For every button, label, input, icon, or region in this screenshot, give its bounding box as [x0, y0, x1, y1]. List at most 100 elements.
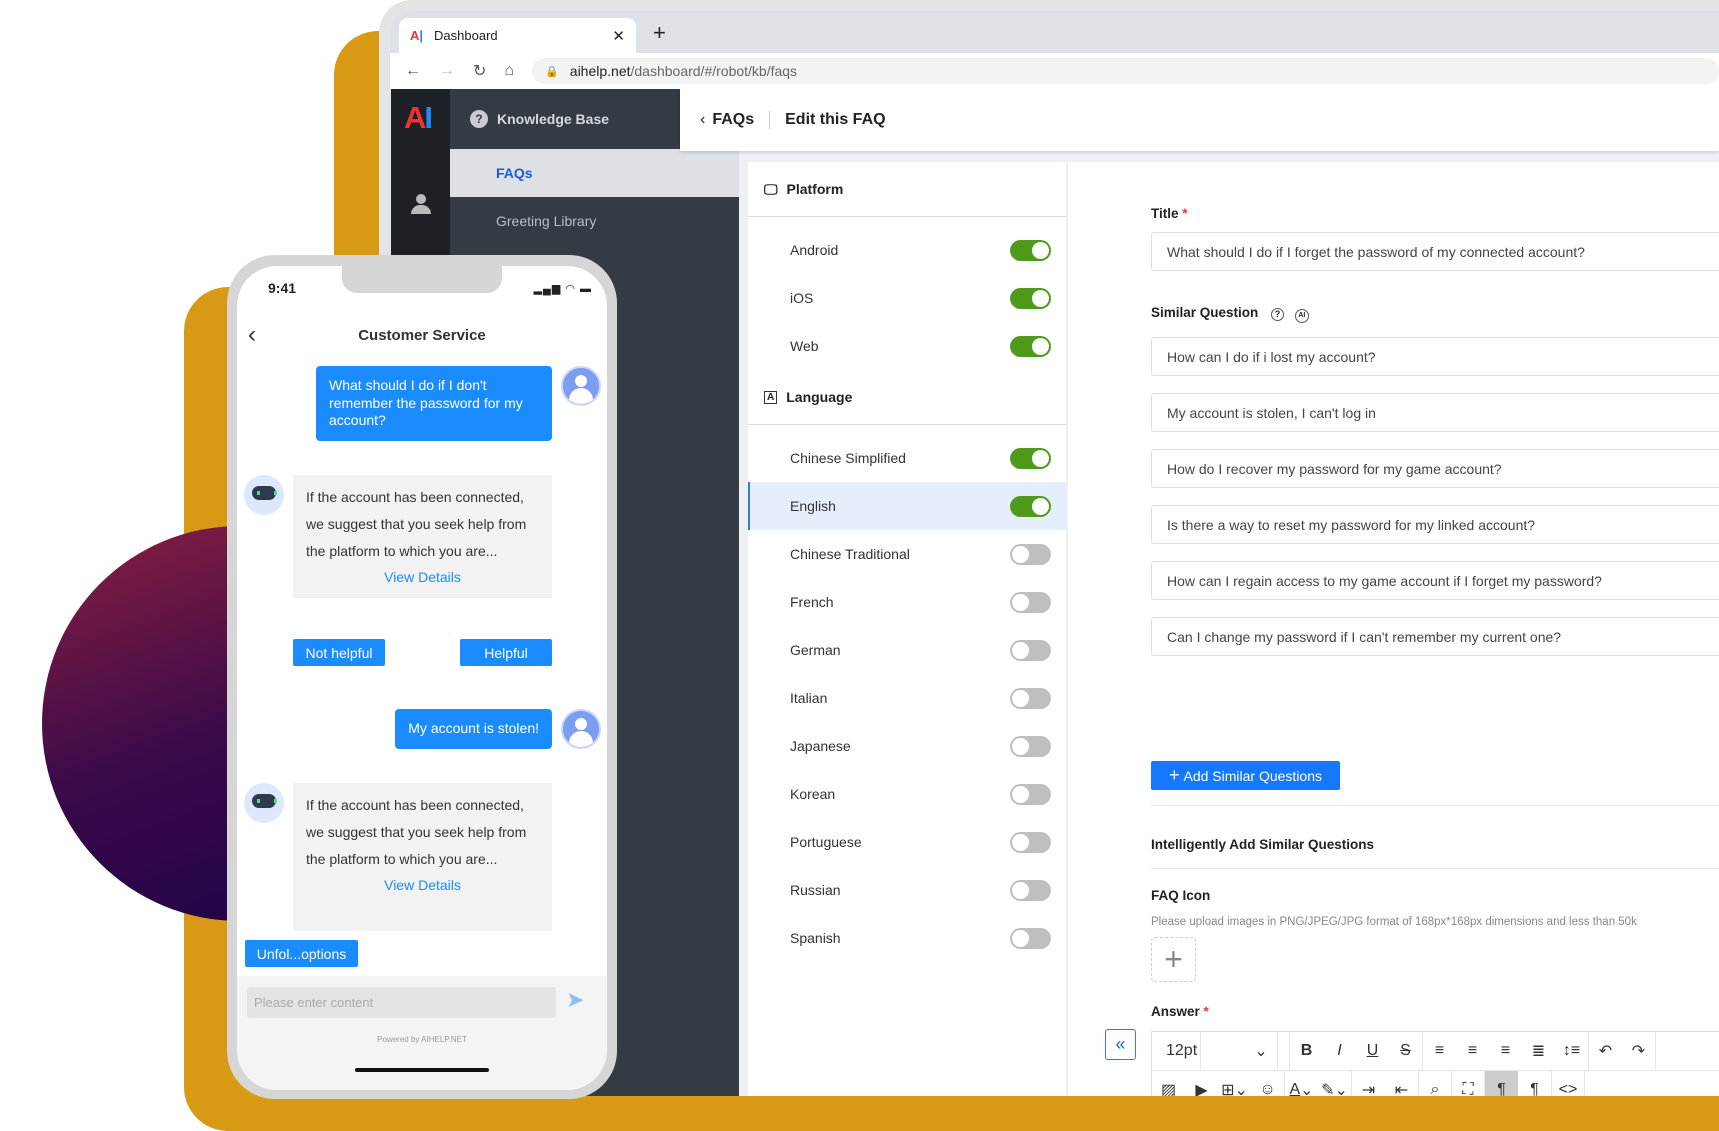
url-input[interactable]: 🔒 aihelp.net/dashboard/#/robot/kb/faqs	[532, 58, 1719, 84]
send-icon[interactable]: ➤	[566, 987, 584, 1013]
add-similar-questions-button[interactable]: + Add Similar Questions	[1151, 761, 1340, 790]
row-label: French	[790, 594, 834, 610]
home-icon[interactable]: ⌂	[504, 62, 514, 80]
toggle-switch[interactable]	[1010, 735, 1051, 757]
toggle-switch[interactable]	[1010, 879, 1051, 901]
language-row[interactable]: Portuguese	[748, 818, 1066, 866]
toggle-switch[interactable]	[1010, 591, 1051, 613]
table-icon[interactable]: ⊞⌄	[1218, 1071, 1251, 1096]
toggle-switch[interactable]	[1010, 927, 1051, 949]
strikethrough-icon[interactable]: S	[1389, 1032, 1422, 1070]
helpful-button[interactable]: Helpful	[460, 639, 552, 666]
toggle-switch[interactable]	[1010, 335, 1051, 357]
upload-icon-button[interactable]: +	[1151, 937, 1196, 982]
toggle-switch[interactable]	[1010, 287, 1051, 309]
toggle-switch[interactable]	[1010, 495, 1051, 517]
lock-icon: 🔒	[545, 65, 559, 78]
align-left-icon[interactable]: ≡	[1423, 1032, 1456, 1070]
emoji-icon[interactable]: ☺	[1251, 1071, 1284, 1096]
collapse-sidebar-button[interactable]: «	[1105, 1029, 1136, 1060]
font-size-select[interactable]: 12pt ⌄	[1152, 1032, 1290, 1070]
view-details-link[interactable]: View Details	[306, 873, 539, 897]
forward-icon[interactable]: →	[439, 62, 455, 80]
not-helpful-button[interactable]: Not helpful	[293, 639, 385, 666]
toggle-switch[interactable]	[1010, 239, 1051, 261]
message-input[interactable]: Please enter content	[247, 987, 556, 1018]
user-icon[interactable]	[411, 194, 431, 214]
title-input[interactable]: What should I do if I forget the passwor…	[1151, 232, 1719, 271]
title-label: Title *	[1151, 206, 1188, 221]
justify-icon[interactable]: ≣	[1522, 1032, 1555, 1070]
fullscreen-icon[interactable]: ⛶	[1452, 1071, 1485, 1096]
toggle-switch[interactable]	[1010, 639, 1051, 661]
outdent-icon[interactable]: ⇤	[1385, 1071, 1418, 1096]
language-row[interactable]: Italian	[748, 674, 1066, 722]
row-label: Chinese Simplified	[790, 450, 906, 466]
platform-row[interactable]: iOS	[748, 274, 1066, 322]
italic-icon[interactable]: I	[1323, 1032, 1356, 1070]
intelligent-add-link[interactable]: Intelligently Add Similar Questions	[1151, 837, 1374, 852]
sidebar-item-faqs[interactable]: FAQs	[450, 149, 739, 197]
monitor-icon: 🖵	[764, 180, 778, 197]
back-icon[interactable]: ←	[405, 62, 421, 80]
settings-panel: 🖵 Platform Android iOS Web A Language Chines…	[748, 162, 1066, 1096]
similar-question-label: Similar Question ? AI	[1151, 305, 1309, 323]
language-row[interactable]: Chinese Simplified	[748, 434, 1066, 482]
platform-row[interactable]: Web	[748, 322, 1066, 370]
back-button[interactable]: ‹ FAQs	[700, 111, 754, 129]
language-row[interactable]: French	[748, 578, 1066, 626]
reload-icon[interactable]: ↻	[473, 61, 486, 81]
language-row[interactable]: German	[748, 626, 1066, 674]
ltr-icon[interactable]: ¶	[1485, 1071, 1518, 1096]
indent-icon[interactable]: ⇥	[1352, 1071, 1385, 1096]
language-row[interactable]: Japanese	[748, 722, 1066, 770]
sidebar-item-greeting-library[interactable]: Greeting Library	[450, 197, 739, 245]
language-row[interactable]: Chinese Traditional	[748, 530, 1066, 578]
underline-icon[interactable]: U	[1356, 1032, 1389, 1070]
text-color-icon[interactable]: A ⌄	[1285, 1071, 1318, 1096]
bold-icon[interactable]: B	[1290, 1032, 1323, 1070]
similar-question-input[interactable]: How do I recover my password for my game…	[1151, 449, 1719, 488]
language-row[interactable]: Spanish	[748, 914, 1066, 962]
similar-question-input[interactable]: Is there a way to reset my password for …	[1151, 505, 1719, 544]
redo-icon[interactable]: ↷	[1622, 1032, 1655, 1070]
similar-question-input[interactable]: Can I change my password if I can't reme…	[1151, 617, 1719, 656]
rtl-icon[interactable]: ¶	[1518, 1071, 1551, 1096]
line-height-icon[interactable]: ↕≡	[1555, 1032, 1588, 1070]
video-icon[interactable]: ▶	[1185, 1071, 1218, 1096]
language-row[interactable]: English	[748, 482, 1066, 530]
answer-editor[interactable]: 12pt ⌄ BIUS ≡ ≡ ≡ ≣ ↕≡ ↶ ↷ ▨ ▶ ⊞⌄ ☺ A ⌄ ✎⌄ ⇥ ⇤ ⌕ ⛶ ¶…	[1151, 1031, 1719, 1096]
align-right-icon[interactable]: ≡	[1489, 1032, 1522, 1070]
user-message: What should I do if I don't remember the…	[316, 366, 552, 441]
ai-icon[interactable]: AI	[1294, 309, 1309, 323]
highlight-icon[interactable]: ✎⌄	[1318, 1071, 1351, 1096]
url-path: /dashboard/#/robot/kb/faqs	[630, 63, 798, 79]
similar-question-input[interactable]: My account is stolen, I can't log in	[1151, 393, 1719, 432]
similar-question-input[interactable]: How can I do if i lost my account?	[1151, 337, 1719, 376]
url-domain: aihelp.net	[569, 63, 631, 79]
language-heading: A Language	[748, 370, 1066, 425]
toggle-switch[interactable]	[1010, 831, 1051, 853]
tab-dashboard[interactable]: A| Dashboard ✕	[399, 18, 636, 53]
close-icon[interactable]: ✕	[612, 27, 625, 45]
language-row[interactable]: Korean	[748, 770, 1066, 818]
toggle-switch[interactable]	[1010, 447, 1051, 469]
new-tab-button[interactable]: +	[653, 20, 666, 46]
answer-label: Answer *	[1151, 1004, 1209, 1019]
toggle-switch[interactable]	[1010, 783, 1051, 805]
view-details-link[interactable]: View Details	[306, 565, 539, 589]
code-icon[interactable]: <>	[1552, 1071, 1585, 1096]
row-label: Android	[790, 242, 839, 258]
home-indicator	[355, 1068, 489, 1072]
unfold-options-button[interactable]: Unfol...options	[245, 940, 358, 967]
language-row[interactable]: Russian	[748, 866, 1066, 914]
toggle-switch[interactable]	[1010, 543, 1051, 565]
toggle-switch[interactable]	[1010, 687, 1051, 709]
similar-question-input[interactable]: How can I regain access to my game accou…	[1151, 561, 1719, 600]
image-icon[interactable]: ▨	[1152, 1071, 1185, 1096]
search-icon[interactable]: ⌕	[1419, 1071, 1452, 1096]
help-icon[interactable]: ?	[1271, 308, 1285, 321]
undo-icon[interactable]: ↶	[1589, 1032, 1622, 1070]
platform-row[interactable]: Android	[748, 226, 1066, 274]
align-center-icon[interactable]: ≡	[1456, 1032, 1489, 1070]
